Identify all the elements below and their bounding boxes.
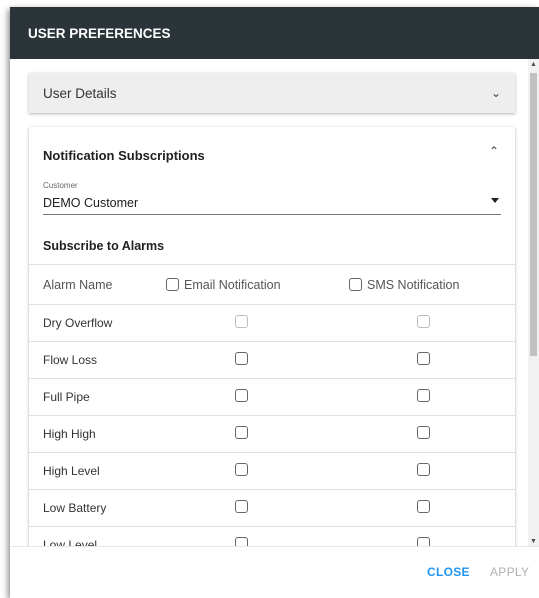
notification-subscriptions-title[interactable]: Notification Subscriptions (43, 148, 205, 163)
caret-down-icon[interactable] (491, 198, 499, 203)
dialog-header: USER PREFERENCES (10, 7, 539, 59)
sms-column-header: SMS Notification (367, 277, 460, 292)
apply-button[interactable]: APPLY (490, 565, 529, 579)
email-checkbox[interactable] (235, 426, 248, 439)
email-checkbox[interactable] (235, 315, 248, 328)
alarm-table: Alarm Name Email Notification SMS Notifi… (29, 264, 515, 547)
close-button[interactable]: CLOSE (427, 565, 470, 579)
sms-checkbox[interactable] (417, 352, 430, 365)
email-select-all[interactable]: Email Notification (166, 278, 281, 292)
alarm-name: High Level (43, 464, 100, 478)
alarm-row-low-battery: Low Battery (29, 489, 515, 526)
dialog-body: User Details ⌄ Notification Subscription… (10, 59, 539, 547)
dialog-scrollbar[interactable]: ▲ ▼ (528, 59, 539, 547)
chevron-up-icon[interactable]: ⌃ (489, 144, 499, 158)
chevron-down-icon[interactable]: ⌄ (491, 86, 501, 100)
email-checkbox[interactable] (235, 352, 248, 365)
scroll-up-arrow-icon[interactable]: ▲ (528, 59, 539, 70)
alarm-row-high-level: High Level (29, 452, 515, 489)
alarm-table-header: Alarm Name Email Notification SMS Notifi… (29, 264, 515, 304)
email-checkbox[interactable] (235, 463, 248, 476)
dialog-title: USER PREFERENCES (28, 25, 171, 41)
alarm-name: Flow Loss (43, 353, 98, 367)
email-checkbox[interactable] (235, 500, 248, 513)
sms-checkbox[interactable] (417, 426, 430, 439)
alarm-row-flow-loss: Flow Loss (29, 341, 515, 378)
user-details-panel[interactable]: User Details ⌄ (29, 73, 515, 113)
customer-select-underline (43, 214, 501, 215)
sms-all-checkbox[interactable] (349, 278, 362, 291)
alarm-row-full-pipe: Full Pipe (29, 378, 515, 415)
customer-field-label: Customer (43, 181, 78, 190)
alarm-row-dry-overflow: Dry Overflow (29, 304, 515, 341)
user-details-label: User Details (43, 85, 117, 101)
sms-select-all[interactable]: SMS Notification (349, 278, 459, 292)
alarm-name-header: Alarm Name (43, 277, 113, 292)
alarm-row-high-high: High High (29, 415, 515, 452)
alarm-name: Dry Overflow (43, 316, 113, 330)
sms-checkbox[interactable] (417, 463, 430, 476)
sms-checkbox[interactable] (417, 500, 430, 513)
dialog-footer: CLOSE APPLY (10, 546, 539, 598)
sms-checkbox[interactable] (417, 315, 430, 328)
alarm-name: High High (43, 427, 96, 441)
user-preferences-dialog: USER PREFERENCES User Details ⌄ Notifica… (10, 7, 539, 598)
email-checkbox[interactable] (235, 389, 248, 402)
email-column-header: Email Notification (184, 277, 281, 292)
sms-checkbox[interactable] (417, 389, 430, 402)
subscribe-alarms-heading: Subscribe to Alarms (43, 239, 165, 253)
scrollbar-thumb[interactable] (530, 73, 537, 356)
customer-select[interactable]: DEMO Customer (43, 196, 138, 210)
notification-subscriptions-panel: Notification Subscriptions ⌃ Customer DE… (29, 127, 515, 547)
alarm-row-low-level: Low Level (29, 526, 515, 547)
email-all-checkbox[interactable] (166, 278, 179, 291)
alarm-name: Full Pipe (43, 390, 90, 404)
alarm-name: Low Battery (43, 501, 107, 515)
